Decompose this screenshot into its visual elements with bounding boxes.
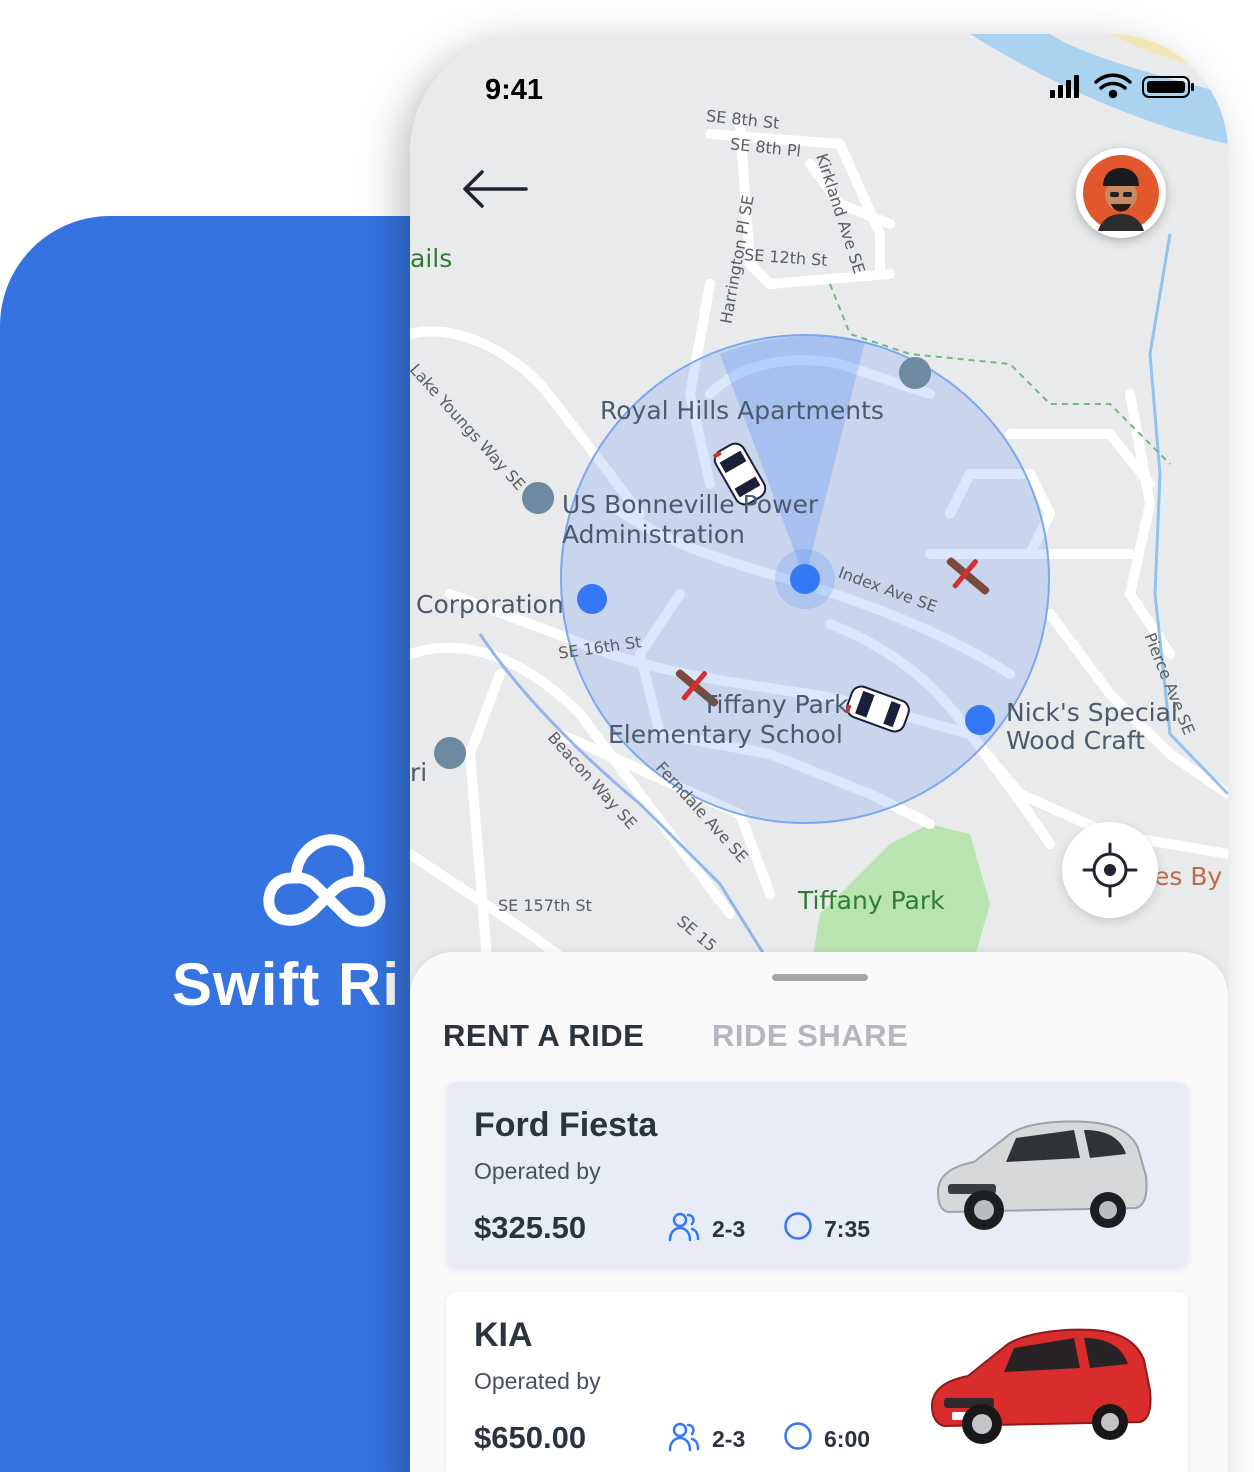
ride-operator-label: Operated by xyxy=(474,1368,601,1394)
ride-name: KIA xyxy=(474,1316,533,1354)
ride-duration: 7:35 xyxy=(824,1216,871,1242)
status-time: 9:41 xyxy=(485,74,544,106)
cellular-signal-icon xyxy=(1050,75,1079,98)
ride-card[interactable]: KIA Operated by $650.00 2-3 6:00 xyxy=(446,1292,1188,1472)
ride-seats: 2-3 xyxy=(712,1216,746,1242)
map-poi-label: Administration xyxy=(562,520,745,549)
tab-ride-share[interactable]: RIDE SHARE xyxy=(712,1018,908,1054)
wifi-icon xyxy=(1094,73,1132,99)
map-park-label: Tiffany Park xyxy=(798,886,945,915)
sheet-drag-handle[interactable] xyxy=(772,974,868,981)
red-hatchback-image xyxy=(930,1328,1152,1444)
people-icon xyxy=(668,1212,700,1242)
map-poi-label: Elementary School xyxy=(608,720,843,749)
map-poi-label: es By xyxy=(1154,862,1223,891)
user-avatar[interactable] xyxy=(1076,148,1166,238)
brand-name: Swift Ri xyxy=(172,951,400,1018)
battery-icon xyxy=(1142,76,1194,98)
clock-icon xyxy=(784,1212,812,1240)
ride-bottom-sheet: RENT A RIDE RIDE SHARE Ford Fiesta Opera… xyxy=(410,952,1228,1472)
clock-icon xyxy=(784,1422,812,1450)
phone-screen: Royal Hills Apartments US Bonneville Pow… xyxy=(410,34,1228,1472)
back-arrow-icon[interactable] xyxy=(460,166,530,212)
avatar-photo xyxy=(1083,155,1159,231)
street-label: SE 157th St xyxy=(498,896,592,915)
map-poi-label: Royal Hills Apartments xyxy=(600,396,884,425)
tab-rent-a-ride[interactable]: RENT A RIDE xyxy=(443,1018,644,1054)
cloud-infinity-icon xyxy=(263,834,386,927)
map-poi-label: Tiffany Park xyxy=(702,690,849,719)
ride-name: Ford Fiesta xyxy=(474,1106,658,1144)
ride-seats: 2-3 xyxy=(712,1426,746,1452)
map-poi-label: ri xyxy=(410,758,428,787)
ride-duration: 6:00 xyxy=(824,1426,871,1452)
ride-card[interactable]: Ford Fiesta Operated by $325.50 2-3 7:35 xyxy=(446,1082,1188,1268)
silver-hatchback-image xyxy=(936,1120,1148,1230)
status-icons xyxy=(1050,73,1194,99)
map-trail-label: ails xyxy=(410,244,453,273)
map-poi-label: Nick's Special xyxy=(1006,698,1178,727)
ride-operator-label: Operated by xyxy=(474,1158,601,1184)
map-poi-label: US Bonneville Power xyxy=(562,490,819,519)
map-poi-label: Corporation xyxy=(416,590,564,619)
ride-price: $325.50 xyxy=(474,1210,587,1245)
map-poi-label: Wood Craft xyxy=(1006,726,1145,755)
people-icon xyxy=(668,1422,700,1452)
crosshair-icon xyxy=(1082,842,1138,898)
ride-price: $650.00 xyxy=(474,1420,587,1455)
locate-me-button[interactable] xyxy=(1062,822,1158,918)
